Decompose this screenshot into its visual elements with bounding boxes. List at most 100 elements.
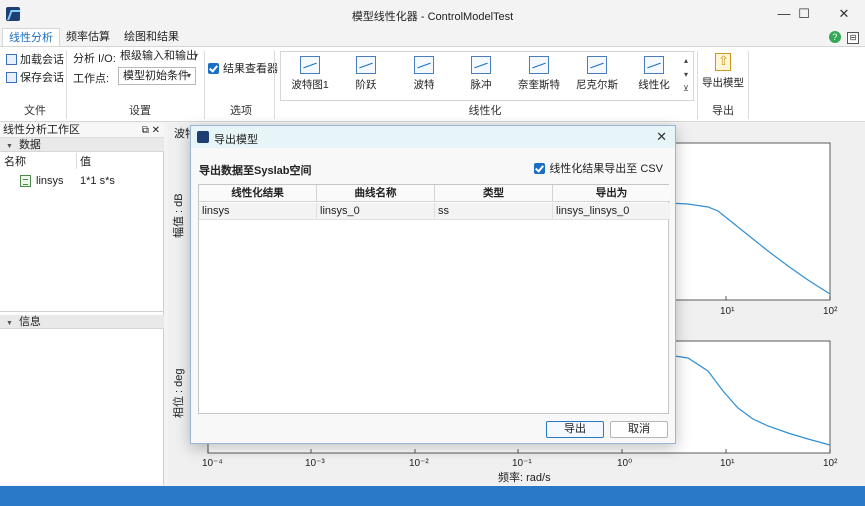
window-title: 模型线性化器 - ControlModelTest (351, 11, 514, 23)
linearize-group-label: 线性化 (468, 105, 502, 117)
export-model-dialog: 导出模型 ✕ 导出数据至Syslab空间 线性化结果导出至 CSV 线性化结果 … (190, 125, 676, 444)
tick-label: 10⁻¹ (512, 458, 532, 469)
info-section-header[interactable]: ▼ 信息 (0, 315, 164, 329)
export-button[interactable]: 导出 (546, 421, 604, 438)
impulse-label: 脉冲 (470, 79, 492, 91)
analysis-io-select[interactable]: 根级输入和输出 ▾ (116, 48, 202, 66)
cancel-button[interactable]: 取消 (610, 421, 668, 438)
panel-divider[interactable] (0, 311, 164, 312)
variable-name: linsys (36, 175, 64, 187)
settings-group-label: 设置 (129, 105, 151, 117)
nyquist-plot-icon (529, 56, 549, 74)
bode-plot-icon (300, 56, 320, 74)
tab-plots-results[interactable]: 绘图和结果 (118, 28, 185, 46)
nichols-label: 尼克尔斯 (576, 79, 618, 91)
phase-axis-label: 相位 : deg (171, 368, 185, 418)
dialog-title: 导出模型 (214, 134, 258, 146)
group-separator (274, 51, 275, 119)
collapse-triangle-icon: ▼ (6, 143, 13, 150)
column-name-header[interactable]: 名称 (4, 155, 26, 169)
tick-label: 10¹ (720, 458, 735, 469)
export-model-label: 导出模型 (702, 77, 744, 89)
dialog-title-bar[interactable]: 导出模型 ✕ (191, 126, 675, 148)
impulse-plot-icon (471, 56, 491, 74)
checkbox-checked-icon (208, 63, 219, 74)
options-group-label: 选项 (230, 105, 252, 117)
scroll-down-icon[interactable]: ▾ (681, 68, 691, 82)
result-viewer-checkbox[interactable]: 结果查看器 (208, 60, 278, 76)
collapse-ribbon-icon[interactable]: ⊟ (847, 32, 859, 44)
linearize-label: 线性化 (638, 79, 670, 91)
table-cell-export-as[interactable]: linsys_linsys_0 (553, 203, 670, 220)
panel-controls: ⧉ ✕ (142, 123, 160, 138)
column-divider (76, 153, 77, 169)
workspace-title-text: 线性分析工作区 (3, 124, 80, 136)
tick-label: 10⁻² (409, 458, 429, 469)
load-session-button[interactable]: 加载会话 (6, 51, 64, 69)
table-cell-result[interactable]: linsys (199, 203, 317, 220)
step-plot-icon (356, 56, 376, 74)
bode1-label: 波特图1 (291, 79, 329, 91)
tab-frequency-estimation[interactable]: 频率估算 (60, 28, 116, 46)
tick-label: 10² (823, 306, 838, 317)
save-session-button[interactable]: 保存会话 (6, 69, 64, 87)
nichols-plot-button[interactable]: 尼克尔斯 (568, 54, 626, 98)
help-icon[interactable]: ? (828, 31, 841, 43)
variable-row[interactable]: linsys 1*1 s*s (0, 173, 164, 189)
ribbon-tabs: 线性分析 频率估算 绘图和结果 (0, 28, 865, 46)
impulse-plot-button[interactable]: 脉冲 (452, 54, 510, 98)
bode1-plot-button[interactable]: 波特图1 (281, 54, 339, 98)
bode-plot-icon (414, 56, 434, 74)
result-viewer-label: 结果查看器 (223, 63, 278, 75)
data-section-label: 数据 (18, 139, 41, 151)
magnitude-axis-label: 幅值 : dB (172, 193, 185, 238)
bode-plot-button[interactable]: 波特 (395, 54, 453, 98)
column-header-export-as[interactable]: 导出为 (553, 185, 670, 202)
export-group-label: 导出 (712, 105, 734, 117)
tick-label: 10¹ (720, 306, 735, 317)
group-separator (204, 51, 205, 119)
operating-point-label: 工作点: (73, 73, 110, 85)
table-cell-curve-name[interactable]: linsys_0 (317, 203, 435, 220)
title-bar: 模型线性化器 - ControlModelTest — ☐ ✕ (0, 0, 865, 28)
operating-point-value: 模型初始条件 (123, 70, 189, 82)
csv-export-checkbox[interactable]: 线性化结果导出至 CSV (534, 160, 663, 176)
app-logo-icon (197, 131, 209, 143)
status-bar (0, 486, 865, 506)
file-group-label: 文件 (24, 105, 46, 117)
scroll-up-icon[interactable]: ▴ (681, 54, 691, 68)
step-plot-button[interactable]: 阶跃 (337, 54, 395, 98)
nyquist-label: 奈奎斯特 (518, 79, 560, 91)
bode-label: 波特 (413, 79, 435, 91)
variable-value: 1*1 s*s (80, 175, 115, 187)
workspace-title: 线性分析工作区 ⧉ ✕ (0, 123, 164, 138)
checkbox-checked-icon (534, 163, 546, 174)
step-label: 阶跃 (355, 79, 377, 91)
column-header-type[interactable]: 类型 (435, 185, 553, 202)
linearize-button[interactable]: 线性化 (625, 54, 683, 98)
frequency-axis-label: 频率: rad/s (498, 470, 551, 484)
close-button[interactable]: ✕ (830, 4, 858, 24)
linear-analysis-workspace: 线性分析工作区 ⧉ ✕ ▼ 数据 名称 值 linsys 1*1 s*s ▼ 信息 (0, 123, 164, 485)
maximize-button[interactable]: ☐ (790, 4, 818, 24)
column-value-header[interactable]: 值 (80, 155, 91, 169)
close-panel-icon[interactable]: ✕ (152, 125, 160, 136)
operating-point-select[interactable]: 模型初始条件 ▾ (118, 67, 196, 85)
close-icon[interactable]: ✕ (656, 129, 667, 145)
column-header-curve-name[interactable]: 曲线名称 (317, 185, 435, 202)
table-cell-type[interactable]: ss (435, 203, 553, 220)
tick-label: 10⁰ (617, 458, 632, 469)
export-model-button[interactable]: 导出模型 (700, 51, 746, 101)
tick-label: 10² (823, 458, 838, 469)
column-header-result[interactable]: 线性化结果 (199, 185, 317, 202)
expand-gallery-icon[interactable]: ⊻ (681, 82, 691, 96)
undock-icon[interactable]: ⧉ (142, 125, 149, 136)
linsys-variable-icon (20, 175, 31, 187)
gallery-scroll[interactable]: ▴ ▾ ⊻ (681, 54, 691, 96)
tab-linear-analysis[interactable]: 线性分析 (2, 28, 60, 46)
nyquist-plot-button[interactable]: 奈奎斯特 (510, 54, 568, 98)
info-section-label: 信息 (18, 316, 41, 328)
export-table: 线性化结果 曲线名称 类型 导出为 linsys linsys_0 ss lin… (198, 184, 670, 414)
csv-export-label: 线性化结果导出至 CSV (549, 163, 663, 175)
data-section-header[interactable]: ▼ 数据 (0, 138, 164, 152)
